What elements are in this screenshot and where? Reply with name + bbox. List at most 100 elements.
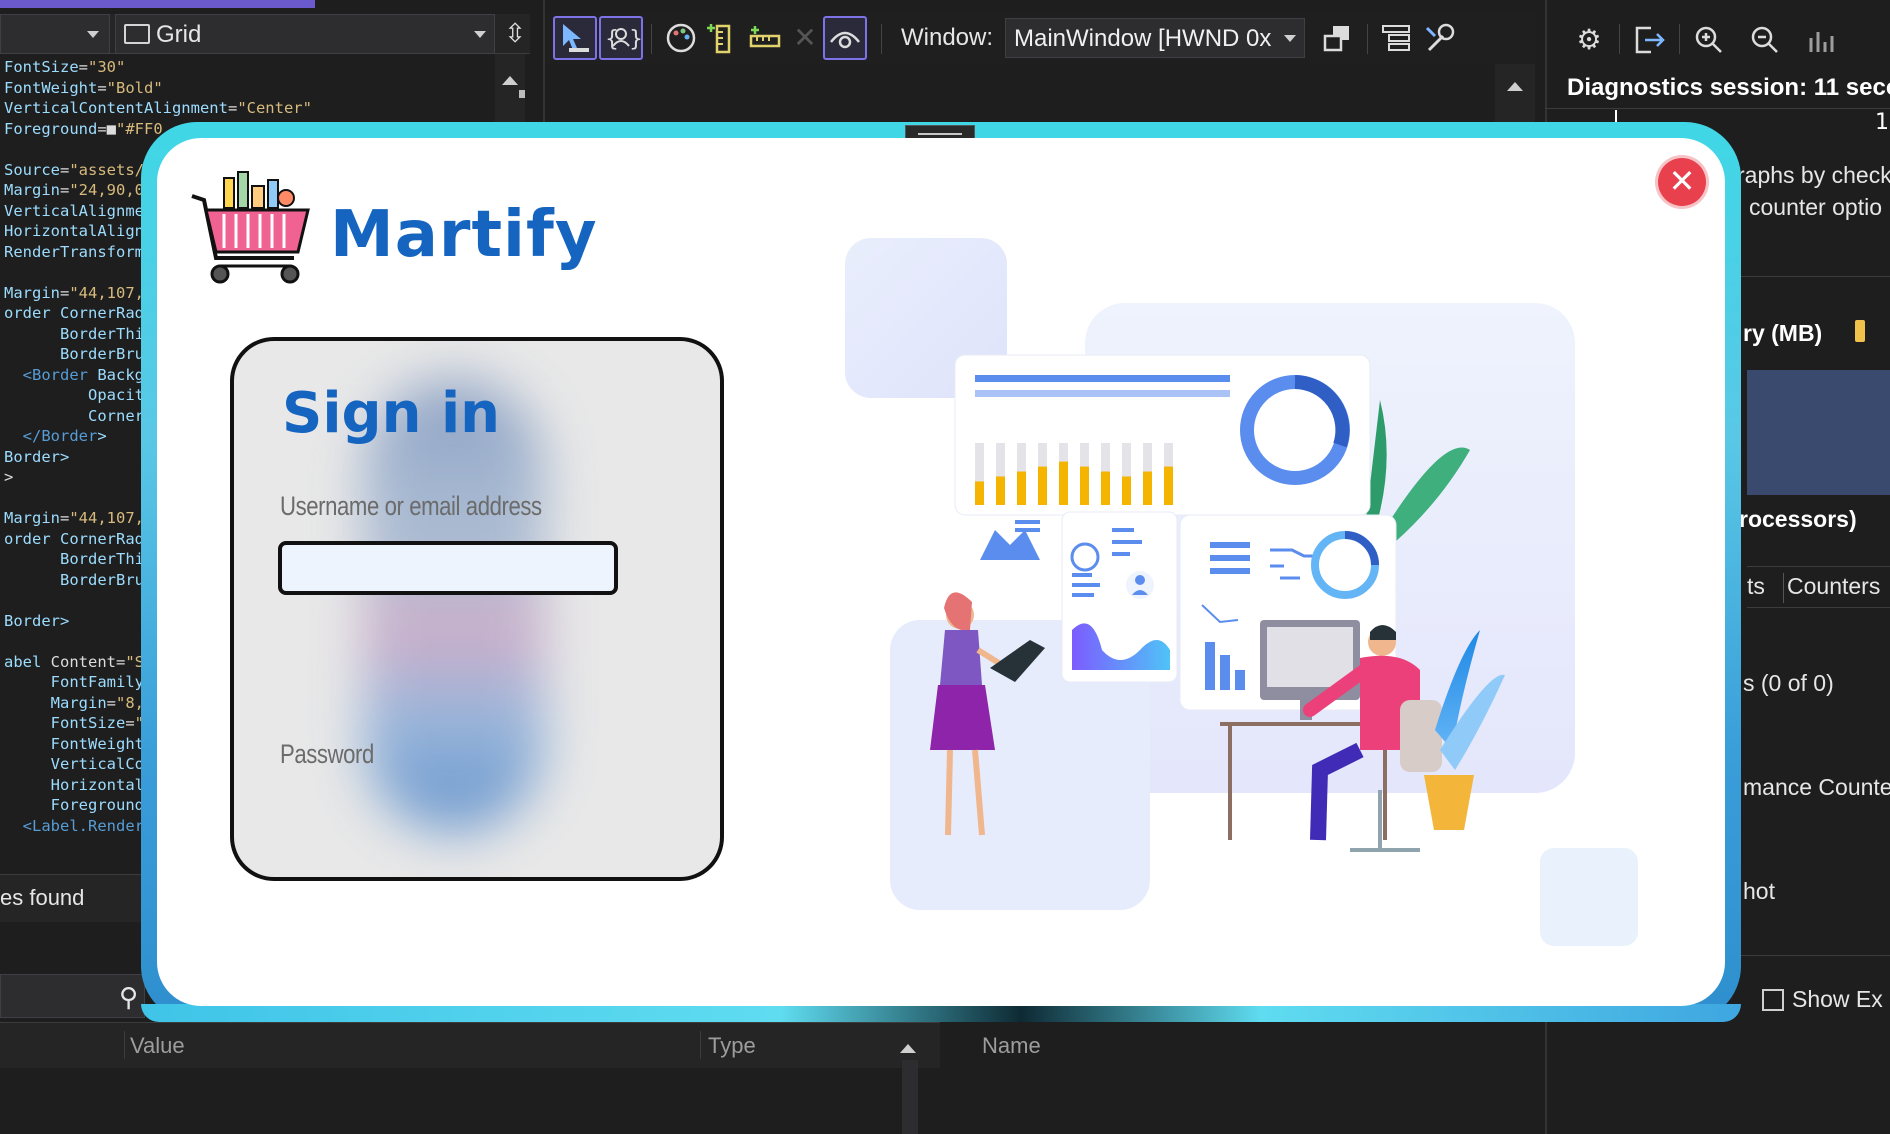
code-line[interactable]: Margin="8,8	[4, 694, 154, 714]
chart-button[interactable]	[1799, 18, 1843, 62]
memory-graph-title: ry (MB)	[1743, 320, 1823, 346]
ruler-button[interactable]	[701, 16, 745, 60]
code-line[interactable]: BorderThic	[4, 325, 153, 345]
tab-divider	[1783, 573, 1784, 603]
code-line[interactable]: abel Content="Si	[4, 653, 153, 673]
code-line[interactable]: Margin="44,107,5	[4, 509, 153, 529]
code-line[interactable]: RenderTransform	[4, 243, 144, 263]
tools-button[interactable]	[1417, 16, 1461, 60]
scope-dropdown[interactable]	[0, 14, 110, 54]
column-name[interactable]: Name	[982, 1033, 1041, 1059]
tab-events[interactable]: ts	[1747, 573, 1765, 600]
code-line[interactable]: Margin="24,90,0	[4, 181, 144, 201]
zoom-in-icon	[1695, 26, 1722, 53]
code-line[interactable]: VerticalCon	[4, 755, 154, 775]
bar	[1164, 466, 1173, 505]
code-line[interactable]: order CornerRadi	[4, 304, 153, 324]
split-view-icon[interactable]: ⇳	[500, 18, 530, 50]
scroll-thumb[interactable]	[519, 90, 525, 98]
code-line[interactable]: Border>	[4, 612, 69, 632]
toolbar-separator	[1619, 24, 1620, 54]
code-line[interactable]: FontSize="3	[4, 714, 154, 734]
search-icon[interactable]: ⚲	[119, 983, 138, 1013]
code-line[interactable]: order CornerRadi	[4, 530, 153, 550]
diagnostics-toolbar: ⚙	[1547, 14, 1890, 66]
plant-pot	[1424, 775, 1474, 830]
memory-graph[interactable]	[1747, 370, 1890, 495]
code-line[interactable]: BorderBrus	[4, 345, 153, 365]
properties-scrollbar[interactable]	[902, 1060, 918, 1134]
bar	[1059, 461, 1068, 505]
code-line[interactable]: <Border Backgr	[4, 366, 154, 386]
select-element-button[interactable]	[553, 16, 597, 60]
code-line[interactable]: Opacit	[4, 386, 144, 406]
code-line[interactable]: HorizontalA	[4, 776, 154, 796]
window-dropdown[interactable]: MainWindow [HWND 0x	[1005, 18, 1305, 58]
column-type[interactable]: Type	[708, 1033, 756, 1059]
window-dropdown-value: MainWindow [HWND 0x	[1014, 25, 1272, 52]
username-label: Username or email address	[280, 491, 542, 521]
code-line[interactable]: FontSize="30"	[4, 58, 125, 78]
settings-button[interactable]: ⚙	[1567, 18, 1611, 62]
cpu-graph-title: rocessors)	[1739, 506, 1857, 532]
palette-button[interactable]	[659, 16, 703, 60]
dashboard-illustration	[845, 238, 1638, 946]
code-line[interactable]: Foreground=	[4, 796, 154, 816]
sign-in-title: Sign in	[282, 381, 501, 446]
code-line[interactable]: FontWeight="Bold"	[4, 79, 163, 99]
properties-grid[interactable]	[0, 1068, 940, 1134]
window-picker-button[interactable]	[1315, 16, 1359, 60]
tab-counters[interactable]: Counters	[1787, 573, 1880, 600]
code-line[interactable]: Border>	[4, 448, 69, 468]
code-line[interactable]: FontFamily=	[4, 673, 154, 693]
mini-bar	[1205, 642, 1215, 690]
code-line[interactable]: HorizontalAlign	[4, 222, 144, 242]
column-divider[interactable]	[124, 1031, 125, 1059]
code-line[interactable]: Corner	[4, 407, 144, 427]
palette-icon	[666, 23, 696, 53]
code-line[interactable]: Margin="44,107,5	[4, 284, 153, 304]
zoom-in-button[interactable]	[1687, 18, 1731, 62]
code-line[interactable]: VerticalContentAlignment="Center"	[4, 99, 312, 119]
code-line[interactable]: Foreground=■"#FF0	[4, 120, 163, 140]
bg-tile	[1540, 848, 1638, 946]
code-line[interactable]: <Label.RenderT	[4, 817, 154, 837]
events-count-text: s (0 of 0)	[1743, 670, 1834, 696]
xaml-editor-toolbar: Grid ⇳	[0, 14, 530, 54]
column-divider[interactable]	[700, 1031, 701, 1059]
column-value[interactable]: Value	[130, 1033, 185, 1059]
graphs-text: raphs by check	[1737, 162, 1890, 188]
bar	[1017, 471, 1026, 505]
export-button[interactable]	[1627, 18, 1671, 62]
chevron-down-icon	[474, 31, 486, 44]
code-line[interactable]: FontWeight=	[4, 735, 154, 755]
zoom-out-button[interactable]	[1743, 18, 1787, 62]
ruler-horizontal-icon	[749, 26, 781, 48]
element-dropdown[interactable]: Grid	[115, 14, 495, 54]
bar	[1143, 471, 1152, 505]
scroll-up-icon[interactable]	[900, 1036, 916, 1053]
mini-bar	[1220, 655, 1230, 690]
user-head	[1135, 575, 1145, 585]
tree-view-button[interactable]	[1375, 16, 1419, 60]
scroll-up-icon[interactable]	[502, 68, 518, 85]
code-line[interactable]: </Border>	[4, 427, 107, 447]
properties-search-input[interactable]: ⚲	[0, 974, 145, 1018]
close-button[interactable]: ✕	[1658, 158, 1706, 206]
code-line[interactable]: >	[4, 468, 13, 488]
performance-counters-text: mance Counte	[1743, 774, 1890, 800]
scroll-up-icon[interactable]	[1507, 74, 1523, 91]
memory-marker-icon	[1855, 320, 1865, 342]
binding-failures-button[interactable]: ✕	[783, 16, 827, 60]
track-focus-button[interactable]	[743, 16, 787, 60]
code-line[interactable]: BorderBrus	[4, 571, 153, 591]
windows-icon	[1323, 26, 1349, 52]
code-line[interactable]: BorderThic	[4, 550, 153, 570]
display-layout-adorners-button[interactable]: {}	[599, 16, 643, 60]
toolbar-separator	[1367, 24, 1368, 54]
show-external-code-button[interactable]: Show Ex	[1762, 986, 1883, 1013]
preview-selection-button[interactable]	[823, 16, 867, 60]
code-line[interactable]: VerticalAlignme	[4, 202, 144, 222]
code-line[interactable]: Source="assets/	[4, 161, 144, 181]
username-input[interactable]	[278, 541, 618, 595]
